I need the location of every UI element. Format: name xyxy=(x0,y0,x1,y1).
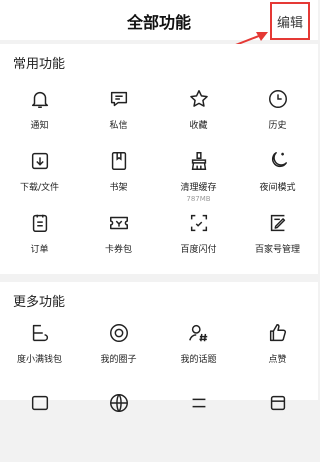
globe-icon xyxy=(109,394,128,412)
func-label: 清理缓存 xyxy=(180,183,217,193)
func-row-partial[interactable] xyxy=(159,392,238,462)
func-private-message[interactable]: 私信 xyxy=(79,88,158,158)
cache-size: 787MB xyxy=(186,195,211,203)
func-label: 我的圈子 xyxy=(100,355,137,365)
func-baidu-pay[interactable]: 百度闪付 xyxy=(159,212,238,282)
func-wallet[interactable]: 度小满钱包 xyxy=(0,322,79,392)
person-hashtag-icon xyxy=(188,324,207,342)
box-icon xyxy=(270,395,285,411)
func-history[interactable]: 历史 xyxy=(238,88,317,158)
book-icon xyxy=(111,152,126,170)
func-label: 通知 xyxy=(30,121,49,131)
func-label: 百度闪付 xyxy=(180,245,217,255)
scan-icon xyxy=(190,214,207,232)
edit-button-label: 编辑 xyxy=(276,15,303,31)
func-clear-cache[interactable]: 清理缓存 787MB xyxy=(159,150,238,220)
func-label: 我的话题 xyxy=(180,355,217,365)
broom-icon xyxy=(191,152,206,170)
moon-icon xyxy=(271,152,287,168)
func-label: 收藏 xyxy=(189,121,208,131)
ticket-icon xyxy=(109,216,128,230)
func-my-circle[interactable]: 我的圈子 xyxy=(79,322,158,392)
edit-button[interactable]: 编辑 xyxy=(270,2,310,40)
card-icon xyxy=(31,395,48,411)
func-likes[interactable]: 点赞 xyxy=(238,322,317,392)
func-night-mode[interactable]: 夜间模式 xyxy=(238,150,317,220)
func-label: 历史 xyxy=(268,121,287,131)
message-icon xyxy=(110,91,127,107)
func-label: 百家号管理 xyxy=(254,245,300,255)
func-bookshelf[interactable]: 书架 xyxy=(79,150,158,220)
func-label: 书架 xyxy=(109,183,128,193)
wallet-icon xyxy=(32,324,48,342)
func-label: 订单 xyxy=(30,245,49,255)
edit-doc-icon xyxy=(270,214,285,232)
func-favorites[interactable]: 收藏 xyxy=(159,88,238,158)
bell-icon xyxy=(31,91,48,108)
clock-icon xyxy=(268,90,287,108)
func-notification[interactable]: 通知 xyxy=(0,88,79,158)
func-row-partial[interactable] xyxy=(0,392,79,462)
thumbs-up-icon xyxy=(269,324,286,342)
window-icon xyxy=(192,398,205,408)
section-title-common: 常用功能 xyxy=(13,57,66,72)
section-title-more: 更多功能 xyxy=(13,295,66,310)
func-orders[interactable]: 订单 xyxy=(0,212,79,282)
star-icon xyxy=(189,90,208,107)
circle-icon xyxy=(109,324,128,342)
func-label: 度小满钱包 xyxy=(16,355,62,365)
func-row-partial[interactable] xyxy=(238,392,317,462)
common-functions-section: 常用功能 通知 私信 收藏 历史 下载/文件 书架 清理缓存 787MB 夜间模… xyxy=(0,44,318,274)
func-coupons[interactable]: 卡券包 xyxy=(79,212,158,282)
func-label: 点赞 xyxy=(268,355,287,365)
func-my-topics[interactable]: 我的话题 xyxy=(159,322,238,392)
func-label: 夜间模式 xyxy=(259,183,296,193)
func-label: 卡券包 xyxy=(104,245,132,255)
more-functions-section: 更多功能 度小满钱包 我的圈子 我的话题 点赞 xyxy=(0,282,318,412)
func-label: 下载/文件 xyxy=(19,183,60,193)
func-label: 私信 xyxy=(109,121,128,131)
func-baijiahao-manage[interactable]: 百家号管理 xyxy=(238,212,317,282)
func-row-partial[interactable] xyxy=(79,392,158,462)
download-icon xyxy=(31,152,48,170)
order-icon xyxy=(32,214,47,232)
func-downloads[interactable]: 下载/文件 xyxy=(0,150,79,220)
